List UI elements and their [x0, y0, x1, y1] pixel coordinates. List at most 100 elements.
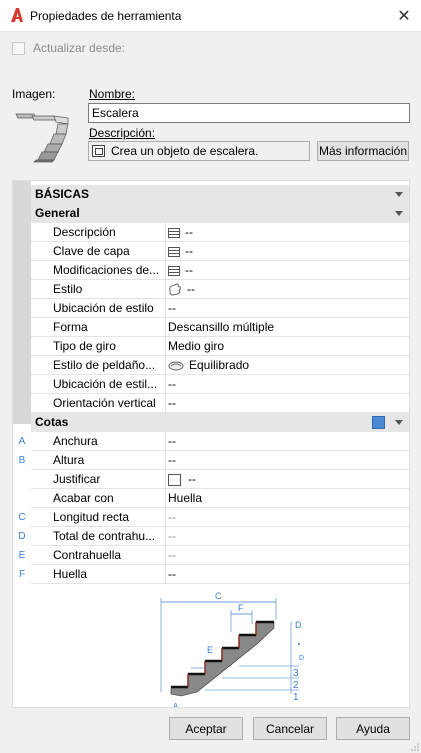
property-value[interactable]: -- — [168, 470, 196, 489]
property-row-contrahuella[interactable]: E Contrahuella -- — [19, 546, 409, 565]
property-value[interactable]: Medio giro — [168, 337, 224, 356]
property-row-longitud-recta[interactable]: C Longitud recta -- — [18, 508, 409, 527]
more-info-button[interactable]: Más información — [317, 141, 409, 161]
resize-grip-icon[interactable] — [411, 743, 419, 751]
property-row-altura[interactable]: B Altura -- — [19, 451, 409, 470]
diagram-label-3: 3 — [293, 668, 299, 679]
property-row-descripcion[interactable]: Descripción -- — [31, 223, 409, 242]
property-name: Altura — [53, 453, 85, 467]
column-divider — [165, 375, 166, 394]
diagram-label-f: F — [238, 603, 244, 613]
column-divider — [165, 318, 166, 337]
property-value-text: Equilibrado — [189, 358, 250, 372]
ok-button[interactable]: Aceptar — [169, 717, 243, 740]
collapse-cotas-icon[interactable] — [395, 420, 403, 425]
property-row-total-contrahuellas[interactable]: D Total de contrahu... -- — [18, 527, 409, 546]
diagram-label-c: C — [215, 592, 222, 601]
property-name: Ubicación de estil... — [53, 377, 158, 391]
diagram-label-2: 2 — [293, 680, 299, 691]
diagram-label-d-mid: D — [299, 655, 304, 662]
property-row-anchura[interactable]: A Anchura -- — [19, 432, 409, 451]
property-value[interactable]: -- — [168, 242, 193, 261]
table-icon[interactable] — [168, 265, 180, 276]
property-value[interactable]: -- — [168, 394, 176, 413]
property-value-text: -- — [188, 472, 196, 486]
property-value-text: -- — [187, 282, 195, 296]
column-divider — [165, 451, 166, 470]
property-value[interactable]: -- — [168, 261, 193, 280]
property-name: Justificar — [53, 472, 101, 486]
property-value[interactable]: -- — [168, 375, 176, 394]
cancel-button[interactable]: Cancelar — [253, 717, 327, 740]
property-value[interactable]: -- — [168, 508, 176, 527]
section-general-label: General — [35, 206, 80, 220]
column-divider — [165, 299, 166, 318]
close-button[interactable]: ✕ — [387, 0, 421, 32]
property-row-justificar[interactable]: Justificar -- — [31, 470, 409, 489]
property-value[interactable]: Huella — [168, 489, 202, 508]
column-divider — [165, 546, 166, 565]
table-icon[interactable] — [168, 246, 180, 257]
stair-thumbnail-image[interactable] — [14, 104, 74, 164]
property-row-acabar-con[interactable]: Acabar con Huella — [31, 489, 409, 508]
update-from-label: Actualizar desde: — [33, 41, 126, 55]
diagram-label-1: 1 — [293, 692, 299, 703]
name-label: Nombre: — [89, 87, 136, 101]
description-field[interactable]: Crea un objeto de escalera. — [88, 141, 310, 161]
property-row-tipo-de-giro[interactable]: Tipo de giro Medio giro — [31, 337, 409, 356]
property-value[interactable]: -- — [168, 280, 195, 299]
column-divider — [165, 356, 166, 375]
column-divider — [165, 337, 166, 356]
property-row-modificaciones[interactable]: Modificaciones de... -- — [31, 261, 409, 280]
property-value[interactable]: Descansillo múltiple — [168, 318, 274, 337]
column-divider — [165, 223, 166, 242]
diagram-label-e: E — [207, 645, 213, 655]
diagram-dot — [298, 643, 300, 645]
property-value[interactable]: -- — [168, 527, 176, 546]
property-value[interactable]: -- — [168, 432, 176, 451]
property-row-estilo[interactable]: Estilo -- — [31, 280, 409, 299]
column-divider — [165, 280, 166, 299]
property-row-estilo-peldano[interactable]: Estilo de peldaño... Equilibrado — [31, 356, 409, 375]
collapse-general-icon[interactable] — [395, 211, 403, 216]
winder-style-icon[interactable] — [168, 360, 184, 371]
property-row-forma[interactable]: Forma Descansillo múltiple — [31, 318, 409, 337]
section-general[interactable]: General — [31, 204, 409, 223]
property-row-clave-de-capa[interactable]: Clave de capa -- — [31, 242, 409, 261]
table-icon[interactable] — [168, 227, 180, 238]
update-from-checkbox[interactable] — [12, 41, 25, 55]
column-divider — [165, 489, 166, 508]
property-name: Total de contrahu... — [53, 529, 156, 543]
column-divider — [165, 261, 166, 280]
property-value[interactable]: -- — [168, 299, 176, 318]
section-cotas[interactable]: Cotas — [31, 413, 409, 432]
property-value[interactable]: -- — [168, 565, 176, 584]
hand-icon[interactable] — [168, 283, 182, 296]
property-row-orientacion-vertical[interactable]: Orientación vertical -- — [31, 394, 409, 413]
property-row-ubicacion-estil[interactable]: Ubicación de estil... -- — [31, 375, 409, 394]
property-name: Clave de capa — [53, 244, 130, 258]
property-value[interactable]: -- — [168, 223, 193, 242]
property-value-text: -- — [185, 263, 193, 277]
justify-square-icon[interactable] — [168, 473, 181, 486]
column-divider — [165, 508, 166, 527]
help-button[interactable]: Ayuda — [336, 717, 410, 740]
column-divider — [165, 527, 166, 546]
description-edit-icon[interactable] — [92, 145, 105, 157]
property-row-huella[interactable]: F Huella -- — [19, 565, 409, 584]
name-input[interactable]: Escalera — [88, 103, 410, 123]
dimension-letter-b: B — [18, 455, 26, 466]
collapse-basicas-icon[interactable] — [395, 192, 403, 197]
properties-panel: BÁSICAS General Descripción -- Clave de … — [12, 180, 410, 708]
update-from-row[interactable]: Actualizar desde: — [12, 41, 125, 55]
dimension-settings-icon[interactable] — [372, 416, 385, 429]
section-basicas[interactable]: BÁSICAS — [31, 185, 409, 204]
property-value[interactable]: Equilibrado — [168, 356, 249, 375]
property-value[interactable]: -- — [168, 451, 176, 470]
basicas-side-strip — [13, 181, 31, 424]
property-name: Estilo — [53, 282, 83, 296]
property-row-ubicacion-estilo[interactable]: Ubicación de estilo -- — [31, 299, 409, 318]
property-name: Longitud recta — [53, 510, 130, 524]
property-value[interactable]: -- — [168, 546, 176, 565]
autocad-logo-icon — [11, 8, 23, 22]
